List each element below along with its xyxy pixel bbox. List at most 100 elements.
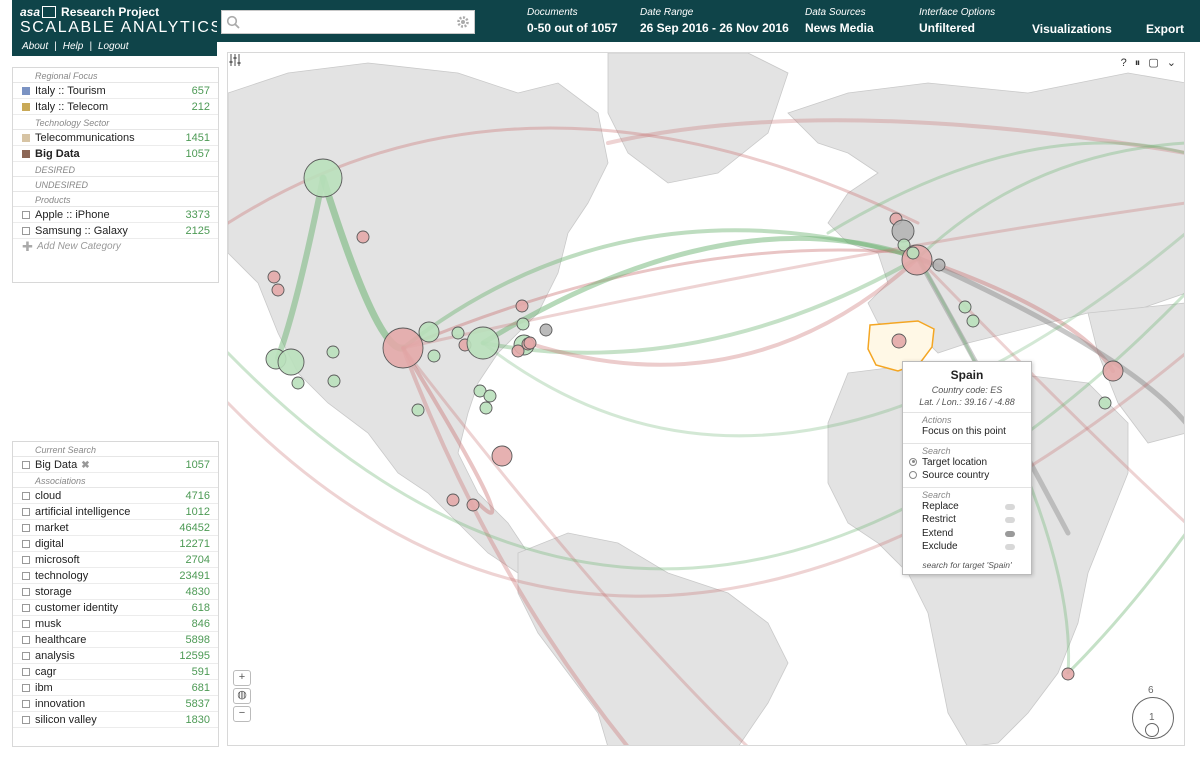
- location-node[interactable]: [327, 374, 341, 388]
- association-item[interactable]: musk 846: [13, 616, 218, 632]
- pause-icon[interactable]: ⏸: [1135, 57, 1141, 69]
- association-checkbox[interactable]: [22, 540, 30, 548]
- association-item[interactable]: analysis 12595: [13, 648, 218, 664]
- help-icon[interactable]: ?: [1121, 57, 1127, 69]
- location-node[interactable]: [491, 445, 513, 467]
- association-checkbox[interactable]: [22, 556, 30, 564]
- documents-control[interactable]: Documents 0-50 out of 1057: [527, 7, 618, 35]
- association-checkbox[interactable]: [22, 620, 30, 628]
- restrict-option[interactable]: Restrict: [903, 513, 1031, 527]
- date-range-control[interactable]: Date Range 26 Sep 2016 - 26 Nov 2016: [640, 7, 789, 35]
- location-node[interactable]: [891, 333, 907, 349]
- location-node[interactable]: [291, 376, 305, 390]
- location-node[interactable]: [446, 493, 460, 507]
- radio-selected-icon[interactable]: [909, 457, 917, 466]
- help-link[interactable]: Help: [63, 41, 84, 52]
- zoom-in-button[interactable]: +: [233, 670, 251, 686]
- location-node[interactable]: [483, 389, 497, 403]
- filter-item-italy-telecom[interactable]: Italy :: Telecom 212: [13, 99, 218, 115]
- association-checkbox[interactable]: [22, 652, 30, 660]
- location-node[interactable]: [515, 299, 529, 313]
- sliders-icon[interactable]: [228, 53, 242, 67]
- association-item[interactable]: digital 12271: [13, 536, 218, 552]
- filter-checkbox[interactable]: [22, 227, 30, 235]
- association-checkbox[interactable]: [22, 572, 30, 580]
- toggle-icon[interactable]: [1005, 530, 1015, 537]
- flow-map[interactable]: ? ⏸ ▢ ⌄ + ◍ − 6 1 Spain Country code: ES…: [227, 52, 1185, 746]
- location-node[interactable]: [303, 158, 343, 198]
- collapse-icon[interactable]: ⌄: [1167, 57, 1176, 69]
- toggle-icon[interactable]: [1005, 517, 1015, 523]
- remove-icon[interactable]: ✖: [81, 460, 89, 471]
- association-checkbox[interactable]: [22, 588, 30, 596]
- association-item[interactable]: market 46452: [13, 520, 218, 536]
- location-node[interactable]: [523, 336, 537, 350]
- association-item[interactable]: microsoft 2704: [13, 552, 218, 568]
- association-checkbox[interactable]: [22, 716, 30, 724]
- association-checkbox[interactable]: [22, 700, 30, 708]
- add-category-button[interactable]: ✚ Add New Category: [13, 239, 218, 255]
- export-button[interactable]: Export: [1146, 22, 1184, 36]
- interface-options-control[interactable]: Interface Options Unfiltered: [919, 7, 995, 35]
- radio-icon[interactable]: [909, 471, 917, 479]
- association-checkbox[interactable]: [22, 604, 30, 612]
- gear-icon[interactable]: [456, 15, 470, 29]
- filter-item-apple-iphone[interactable]: Apple :: iPhone 3373: [13, 207, 218, 223]
- filter-item-italy-tourism[interactable]: Italy :: Tourism 657: [13, 83, 218, 99]
- association-item[interactable]: ibm 681: [13, 680, 218, 696]
- about-link[interactable]: About: [22, 41, 48, 52]
- zoom-out-button[interactable]: −: [233, 706, 251, 722]
- location-node[interactable]: [271, 283, 285, 297]
- location-node[interactable]: [427, 349, 441, 363]
- association-item[interactable]: customer identity 618: [13, 600, 218, 616]
- association-item[interactable]: healthcare 5898: [13, 632, 218, 648]
- location-node[interactable]: [418, 321, 440, 343]
- association-checkbox[interactable]: [22, 668, 30, 676]
- location-node[interactable]: [451, 326, 465, 340]
- location-node[interactable]: [539, 323, 553, 337]
- association-item[interactable]: technology 23491: [13, 568, 218, 584]
- association-checkbox[interactable]: [22, 524, 30, 532]
- location-node[interactable]: [267, 270, 281, 284]
- location-node[interactable]: [516, 317, 530, 331]
- location-node[interactable]: [966, 314, 980, 328]
- filter-item-telecommunications[interactable]: Telecommunications 1451: [13, 130, 218, 146]
- world-map-svg[interactable]: [228, 53, 1185, 746]
- target-location-option[interactable]: Target location: [903, 456, 1031, 470]
- association-checkbox[interactable]: [22, 636, 30, 644]
- location-node[interactable]: [326, 345, 340, 359]
- fullscreen-icon[interactable]: ▢: [1148, 57, 1158, 69]
- filter-item-big-data[interactable]: Big Data 1057: [13, 146, 218, 162]
- location-node[interactable]: [1102, 360, 1124, 382]
- association-item[interactable]: storage 4830: [13, 584, 218, 600]
- location-node[interactable]: [1061, 667, 1075, 681]
- location-node[interactable]: [479, 401, 493, 415]
- location-node[interactable]: [466, 326, 500, 360]
- data-sources-control[interactable]: Data Sources News Media: [805, 7, 874, 35]
- filter-checkbox[interactable]: [22, 211, 30, 219]
- association-checkbox[interactable]: [22, 508, 30, 516]
- exclude-option[interactable]: Exclude: [903, 540, 1031, 554]
- association-item[interactable]: silicon valley 1830: [13, 712, 218, 728]
- association-item[interactable]: innovation 5837: [13, 696, 218, 712]
- current-search-item[interactable]: Big Data ✖ 1057: [13, 457, 218, 473]
- location-node[interactable]: [356, 230, 370, 244]
- location-node[interactable]: [958, 300, 972, 314]
- source-country-option[interactable]: Source country: [903, 469, 1031, 483]
- association-checkbox[interactable]: [22, 684, 30, 692]
- location-node[interactable]: [277, 348, 305, 376]
- location-node[interactable]: [1098, 396, 1112, 410]
- logout-link[interactable]: Logout: [98, 41, 129, 52]
- reset-view-button[interactable]: ◍: [233, 688, 251, 704]
- location-node[interactable]: [382, 327, 424, 369]
- visualizations-button[interactable]: Visualizations: [1032, 22, 1112, 36]
- location-node[interactable]: [466, 498, 480, 512]
- filter-item-samsung-galaxy[interactable]: Samsung :: Galaxy 2125: [13, 223, 218, 239]
- association-checkbox[interactable]: [22, 492, 30, 500]
- focus-point-action[interactable]: Focus on this point: [903, 425, 1031, 439]
- association-item[interactable]: artificial intelligence 1012: [13, 504, 218, 520]
- toggle-icon[interactable]: [1005, 544, 1015, 550]
- location-node[interactable]: [932, 258, 946, 272]
- replace-option[interactable]: Replace: [903, 500, 1031, 514]
- toggle-icon[interactable]: [1005, 503, 1015, 510]
